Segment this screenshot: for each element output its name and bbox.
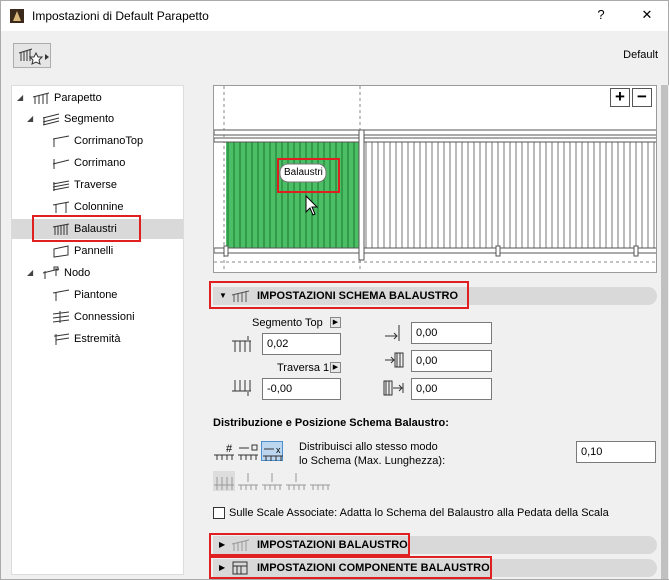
tree-item-label: Connessioni	[74, 311, 135, 323]
end-offset-icon	[383, 380, 404, 396]
tree-item-label: Traverse	[74, 179, 117, 191]
align-left-icon[interactable]	[237, 471, 259, 491]
highlight-frame	[277, 158, 340, 193]
zoom-out-button[interactable]: −	[632, 88, 652, 107]
tree-item-label: Piantone	[74, 289, 118, 301]
segment-icon	[42, 113, 60, 126]
vertical-scrollbar[interactable]	[660, 85, 669, 579]
panel-icon	[53, 245, 69, 258]
highlight-frame	[209, 281, 469, 309]
align-center-icon[interactable]	[261, 471, 283, 491]
svg-text:x: x	[276, 445, 281, 455]
tree-item-label: Corrimano	[74, 157, 126, 169]
top-offset-icon	[232, 336, 251, 352]
segmento-top-label: Segmento Top	[252, 317, 323, 329]
stairs-adapt-checkbox[interactable]	[213, 507, 225, 519]
tree-item-label: CorrimanoTop	[74, 135, 144, 147]
traversa-selector[interactable]: ▶	[330, 362, 341, 373]
app-icon	[10, 9, 24, 23]
railing-icon	[32, 92, 50, 104]
top-rail-icon	[52, 135, 70, 147]
traversa-label: Traversa 1	[277, 362, 330, 374]
end-offset-field[interactable]: 0,00	[411, 378, 492, 400]
position-start-option[interactable]	[213, 471, 235, 491]
preset-label: Default	[623, 49, 658, 61]
post-icon	[52, 201, 70, 213]
chevron-down-icon[interactable]: ◢	[17, 88, 27, 108]
distribute-evenly-option[interactable]: x	[261, 441, 283, 461]
tree-item-parapetto[interactable]: ◢ Parapetto	[12, 88, 183, 108]
title-bar: Impostazioni di Default Parapetto ? ✕	[1, 1, 668, 31]
middle-offset-field[interactable]: 0,00	[411, 350, 492, 372]
railing-star-icon	[18, 48, 49, 65]
distribution-length-field[interactable]: 0,10	[576, 441, 656, 463]
tree-item-label: Segmento	[64, 113, 115, 125]
favorites-button[interactable]	[13, 43, 51, 68]
window-title: Impostazioni di Default Parapetto	[32, 9, 209, 23]
tree-item-estremita[interactable]: Estremità	[12, 329, 183, 349]
tree-item-nodo[interactable]: ◢ Nodo	[12, 263, 183, 283]
segmento-top-selector[interactable]: ▶	[330, 317, 341, 328]
tree-item-label: Colonnine	[74, 201, 124, 213]
tree-item-label: Nodo	[64, 267, 91, 279]
scrollbar-thumb[interactable]	[661, 85, 668, 579]
highlight-frame	[209, 556, 492, 579]
align-start-icon	[214, 477, 234, 490]
connection-icon	[52, 311, 70, 323]
tree-item-piantone[interactable]: Piantone	[12, 285, 183, 305]
chevron-down-icon[interactable]: ◢	[27, 109, 37, 129]
tree-item-label: Parapetto	[54, 92, 102, 104]
chevron-down-icon[interactable]: ◢	[27, 263, 37, 283]
tree-item-label: Estremità	[74, 333, 121, 345]
close-button[interactable]: ✕	[637, 7, 657, 23]
align-end-icon[interactable]	[309, 471, 331, 491]
tree-item-connessioni[interactable]: Connessioni	[12, 307, 183, 327]
fixed-count-icon[interactable]: #	[213, 441, 235, 461]
align-right-icon[interactable]	[285, 471, 307, 491]
distribution-description-1: Distribuisci allo stesso modo	[299, 441, 438, 453]
tree-item-label: Pannelli	[74, 245, 114, 257]
distribution-description-2: lo Schema (Max. Lunghezza):	[299, 455, 446, 467]
distribute-evenly-icon: x	[263, 445, 283, 461]
traversa-field[interactable]: -0,00	[262, 378, 341, 400]
start-offset-icon	[385, 325, 400, 341]
highlight-frame	[32, 215, 141, 242]
distribution-heading: Distribuzione e Posizione Schema Balaust…	[213, 417, 449, 429]
tree-item-corrimanotop[interactable]: CorrimanoTop	[12, 131, 183, 151]
svg-text:#: #	[226, 443, 233, 455]
highlight-frame	[209, 533, 410, 556]
segmento-top-field[interactable]: 0,02	[262, 333, 341, 355]
middle-offset-icon	[385, 352, 404, 368]
bottom-offset-icon	[232, 380, 251, 396]
zoom-in-button[interactable]: +	[610, 88, 630, 107]
tree-item-colonnine[interactable]: Colonnine	[12, 197, 183, 217]
tree-item-pannelli[interactable]: Pannelli	[12, 241, 183, 261]
settings-tree: ◢ Parapetto ◢ Segmento CorrimanoTop Corr…	[11, 85, 184, 575]
rail-icon	[52, 180, 70, 191]
dialog-window: Impostazioni di Default Parapetto ? ✕ De…	[0, 0, 669, 580]
tree-item-segmento[interactable]: ◢ Segmento	[12, 109, 183, 129]
fixed-distance-icon[interactable]	[237, 441, 259, 461]
stairs-adapt-label: Sulle Scale Associate: Adatta lo Schema …	[229, 507, 609, 519]
handrail-icon	[52, 159, 70, 169]
end-icon	[54, 333, 70, 345]
main-post-icon	[52, 289, 70, 301]
start-offset-field[interactable]: 0,00	[411, 322, 492, 344]
tree-item-traverse[interactable]: Traverse	[12, 175, 183, 195]
help-button[interactable]: ?	[591, 7, 611, 22]
tree-item-corrimano[interactable]: Corrimano	[12, 153, 183, 173]
node-icon	[42, 266, 60, 279]
